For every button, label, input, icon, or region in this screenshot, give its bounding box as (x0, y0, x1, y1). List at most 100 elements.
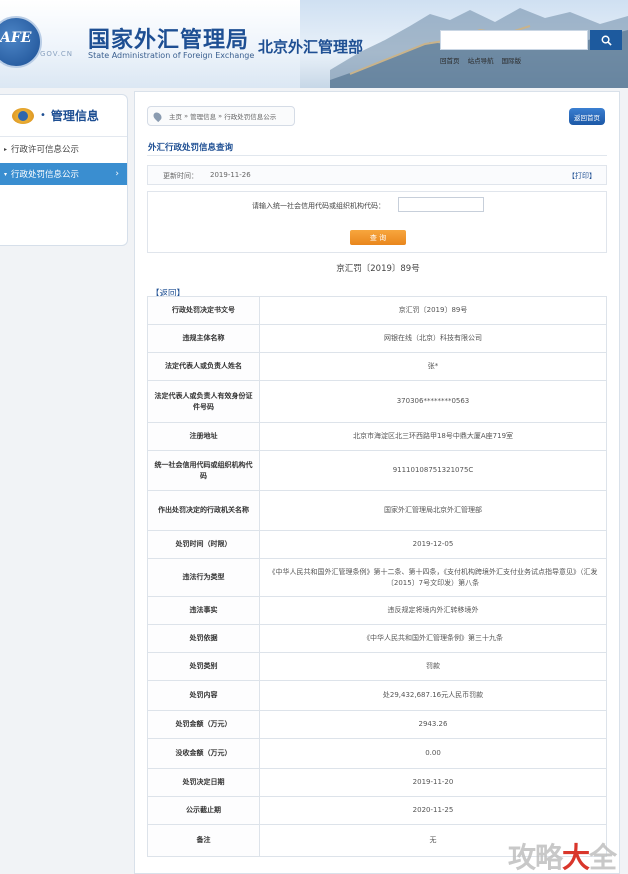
bullet-icon: • (40, 110, 46, 121)
link-international[interactable]: 国际版 (502, 57, 522, 65)
search-button[interactable] (590, 30, 622, 50)
management-icon (12, 107, 34, 124)
field-label: 处罚金额（万元） (147, 710, 260, 739)
breadcrumb-management[interactable]: 管理信息 (190, 111, 216, 121)
sidebar: • 管理信息 ▸ 行政许可信息公示 ▾ 行政处罚信息公示 › (0, 94, 128, 246)
sidebar-item-label: 行政处罚信息公示 (11, 170, 80, 180)
field-value: 370306********0563 (259, 380, 607, 423)
query-panel: 请输入统一社会信用代码或组织机构代码： 查 询 (147, 191, 607, 253)
divider (147, 155, 607, 156)
watermark-logo: 攻略大全 (508, 836, 617, 874)
field-value: 国家外汇管理局北京外汇管理部 (259, 490, 607, 531)
breadcrumb-home[interactable]: 主页 (169, 111, 182, 121)
field-label: 处罚时间（时限） (147, 530, 260, 559)
site-header: AFE GOV.CN 国家外汇管理局 State Administration … (0, 0, 628, 88)
page-title: 外汇行政处罚信息查询 (148, 143, 234, 153)
table-row: 违规主体名称 网银在线（北京）科技有限公司 (147, 324, 607, 353)
field-value: 处29,432,687.16元人民币罚款 (259, 680, 607, 711)
location-pin-icon (151, 110, 164, 122)
site-title[interactable]: 国家外汇管理局 (88, 22, 249, 54)
breadcrumb-current[interactable]: 行政处罚信息公示 (224, 111, 276, 121)
field-label: 注册地址 (147, 422, 260, 451)
branch-title: 北京外汇管理部 (258, 38, 364, 56)
main-content: 主页 » 管理信息 » 行政处罚信息公示 返回首页 外汇行政处罚信息查询 更新时… (134, 91, 620, 874)
field-value: 北京市海淀区北三环西路甲18号中鼎大厦A座719室 (259, 422, 607, 451)
table-row: 违法事实 违反规定将境内外汇转移境外 (147, 596, 607, 625)
field-label: 统一社会信用代码或组织机构代码 (147, 450, 260, 491)
search-icon (601, 35, 612, 46)
table-row: 行政处罚决定书文号 京汇罚〔2019〕89号 (147, 296, 607, 325)
back-home-button[interactable]: 返回首页 (569, 108, 605, 125)
field-value: 0.00 (259, 738, 607, 769)
query-button[interactable]: 查 询 (350, 230, 406, 245)
field-value: 91110108751321075C (259, 450, 607, 491)
watermark-text-accent: 大 (562, 841, 590, 874)
credit-code-input[interactable] (398, 197, 484, 212)
field-value: 2019-11-20 (259, 768, 607, 797)
field-label: 行政处罚决定书文号 (147, 296, 260, 325)
chevron-right-icon: › (115, 169, 119, 179)
search-input[interactable] (440, 30, 588, 50)
field-label: 法定代表人或负责人姓名 (147, 352, 260, 381)
table-row: 法定代表人或负责人有效身份证件号码 370306********0563 (147, 380, 607, 423)
sidebar-title: 管理信息 (50, 109, 99, 123)
print-link[interactable]: 【打印】 (568, 171, 596, 181)
table-row: 处罚依据 《中华人民共和国外汇管理条例》第三十九条 (147, 624, 607, 653)
table-row: 没收金额（万元） 0.00 (147, 738, 607, 769)
field-value: 《中华人民共和国外汇管理条例》第十二条、第十四条，《支付机构跨境外汇支付业务试点… (259, 558, 607, 597)
field-label: 没收金额（万元） (147, 738, 260, 769)
table-row: 处罚内容 处29,432,687.16元人民币罚款 (147, 680, 607, 711)
table-row: 违法行为类型 《中华人民共和国外汇管理条例》第十二条、第十四条，《支付机构跨境外汇… (147, 558, 607, 597)
field-label: 法定代表人或负责人有效身份证件号码 (147, 380, 260, 423)
update-label: 更新时间： (163, 172, 198, 180)
table-row: 公示截止期 2020-11-25 (147, 796, 607, 825)
breadcrumb-separator: » (182, 112, 191, 120)
field-value: 网银在线（北京）科技有限公司 (259, 324, 607, 353)
link-sitemap[interactable]: 站点导航 (468, 57, 494, 65)
triangle-down-icon: ▾ (4, 170, 8, 178)
link-home[interactable]: 回首页 (440, 57, 460, 65)
logo-domain: GOV.CN (40, 50, 74, 58)
field-value: 张* (259, 352, 607, 381)
field-value: 2019-12-05 (259, 530, 607, 559)
top-links: 回首页 站点导航 国际版 (440, 55, 527, 65)
sidebar-item-penalty[interactable]: ▾ 行政处罚信息公示 › (0, 163, 127, 185)
field-value: 2020-11-25 (259, 796, 607, 825)
table-row: 法定代表人或负责人姓名 张* (147, 352, 607, 381)
field-label: 违法行为类型 (147, 558, 260, 597)
field-label: 违规主体名称 (147, 324, 260, 353)
sidebar-item-license[interactable]: ▸ 行政许可信息公示 (0, 138, 127, 160)
table-row: 注册地址 北京市海淀区北三环西路甲18号中鼎大厦A座719室 (147, 422, 607, 451)
table-row: 作出处罚决定的行政机关名称 国家外汇管理局北京外汇管理部 (147, 490, 607, 531)
watermark-text-end: 全 (589, 841, 617, 874)
field-value: 京汇罚〔2019〕89号 (259, 296, 607, 325)
logo-text: AFE (0, 30, 32, 46)
table-row: 统一社会信用代码或组织机构代码 91110108751321075C (147, 450, 607, 491)
field-value: 违反规定将境内外汇转移境外 (259, 596, 607, 625)
sidebar-item-label: 行政许可信息公示 (11, 145, 80, 155)
field-label: 处罚依据 (147, 624, 260, 653)
update-date: 2019-11-26 (210, 171, 251, 179)
query-label: 请输入统一社会信用代码或组织机构代码： (252, 202, 385, 210)
field-label: 违法事实 (147, 596, 260, 625)
document-number: 京汇罚〔2019〕89号 (336, 264, 420, 274)
field-label: 作出处罚决定的行政机关名称 (147, 490, 260, 531)
field-value: 《中华人民共和国外汇管理条例》第三十九条 (259, 624, 607, 653)
penalty-detail-table: 行政处罚决定书文号 京汇罚〔2019〕89号 违规主体名称 网银在线（北京）科技有限公… (147, 296, 607, 857)
table-row: 处罚金额（万元） 2943.26 (147, 710, 607, 739)
table-row: 处罚时间（时限） 2019-12-05 (147, 530, 607, 559)
table-row: 处罚决定日期 2019-11-20 (147, 768, 607, 797)
triangle-right-icon: ▸ (4, 145, 8, 153)
table-row: 处罚类别 罚款 (147, 652, 607, 681)
field-label: 公示截止期 (147, 796, 260, 825)
update-bar: 更新时间： 2019-11-26 【打印】 (147, 165, 607, 185)
site-title-en: State Administration of Foreign Exchange (88, 51, 255, 60)
breadcrumb-separator: » (216, 112, 225, 120)
field-value: 2943.26 (259, 710, 607, 739)
field-label: 处罚类别 (147, 652, 260, 681)
field-label: 备注 (147, 824, 260, 857)
field-label: 处罚决定日期 (147, 768, 260, 797)
sidebar-header: • 管理信息 (0, 95, 127, 137)
field-label: 处罚内容 (147, 680, 260, 711)
watermark-text: 攻略 (508, 841, 563, 874)
